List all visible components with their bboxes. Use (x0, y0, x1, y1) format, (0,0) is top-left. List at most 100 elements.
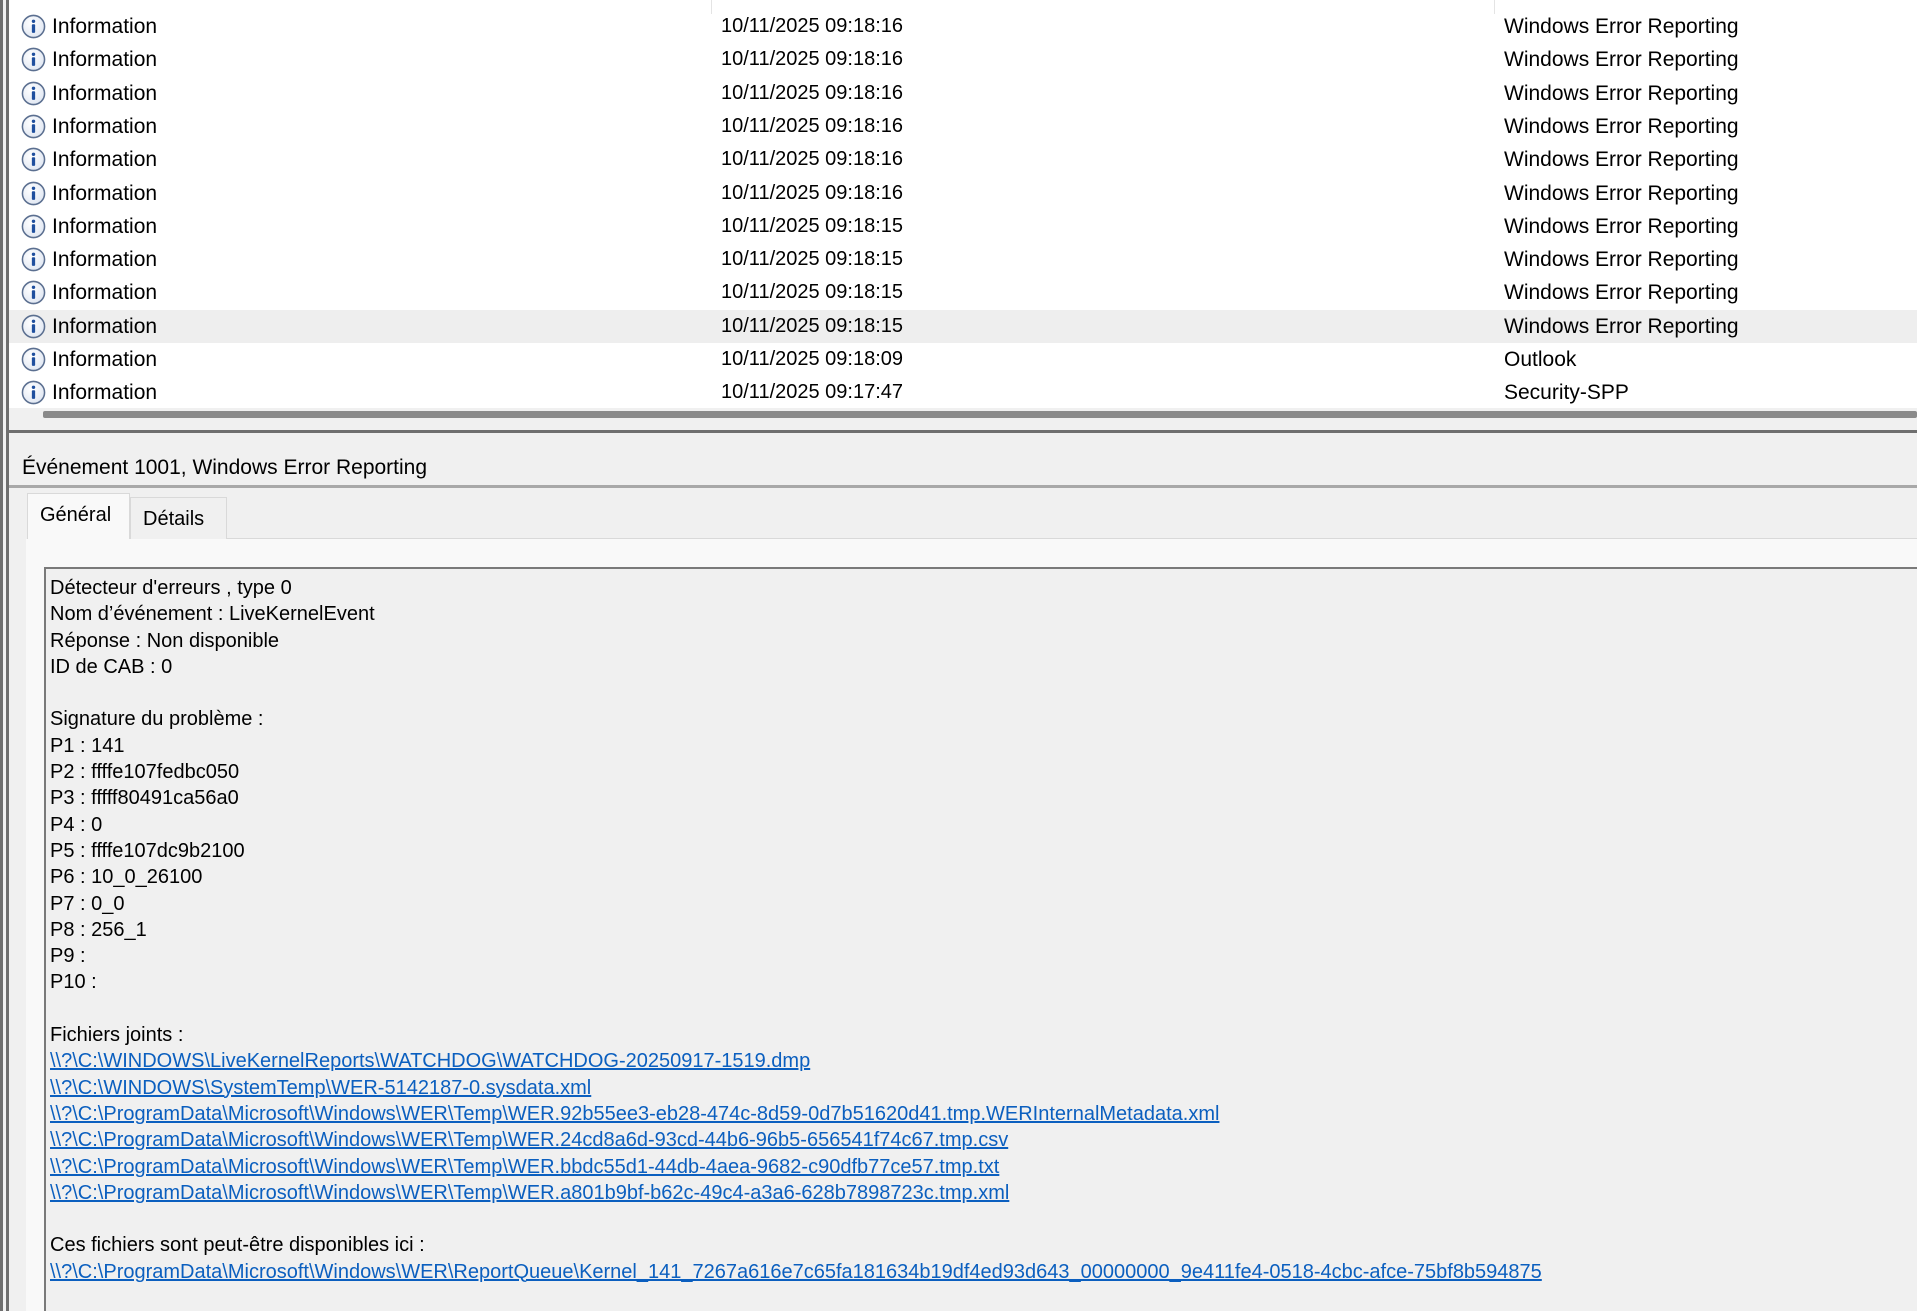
description-line: \\?\C:\ProgramData\Microsoft\Windows\WER… (50, 1259, 1542, 1285)
attachment-link[interactable]: \\?\C:\WINDOWS\SystemTemp\WER-5142187-0.… (50, 1077, 591, 1099)
event-source: Windows Error Reporting (1504, 15, 1739, 38)
event-source: Windows Error Reporting (1504, 314, 1739, 338)
scrollbar-thumb[interactable] (43, 411, 1917, 418)
description-line: P2 : ffffe107fedbc050 (50, 761, 240, 784)
event-row[interactable]: Information 10/11/2025 09:18:16 Windows Er… (9, 77, 1917, 110)
event-list: Information 10/11/2025 09:18:16 Windows Er… (9, 0, 1917, 408)
info-icon (21, 114, 46, 139)
event-level: Information (52, 148, 158, 172)
info-icon (21, 147, 46, 172)
description-line: Détecteur d'erreurs , type 0 (50, 577, 292, 599)
attachment-link[interactable]: \\?\C:\ProgramData\Microsoft\Windows\WER… (50, 1182, 1009, 1204)
description-line: P8 : 256_1 (50, 918, 147, 941)
tab-details[interactable]: Détails (130, 497, 227, 539)
event-level: Information (52, 181, 158, 205)
info-icon (21, 14, 46, 39)
info-icon (21, 314, 46, 339)
event-date: 10/11/2025 09:18:16 (721, 148, 904, 171)
info-icon (21, 347, 46, 372)
event-level: Information (52, 248, 158, 272)
event-row[interactable]: Information 10/11/2025 09:18:15 Windows Er… (9, 243, 1917, 276)
event-row[interactable]: Information 10/11/2025 09:18:15 Windows Er… (9, 210, 1917, 243)
event-level: Information (52, 381, 158, 405)
event-row[interactable]: Information 10/11/2025 09:18:15 Windows Er… (9, 309, 1917, 343)
event-level: Information (52, 81, 158, 105)
event-row[interactable]: Information 10/11/2025 09:18:16 Windows Er… (9, 43, 1917, 76)
splitter-line (9, 430, 1917, 433)
event-date: 10/11/2025 09:18:15 (721, 314, 904, 337)
description-line: P5 : ffffe107dc9b2100 (50, 839, 245, 862)
event-source: Windows Error Reporting (1504, 248, 1739, 272)
description-line (50, 680, 1542, 706)
event-source: Windows Error Reporting (1504, 214, 1739, 238)
description-line: \\?\C:\ProgramData\Microsoft\Windows\WER… (50, 1101, 1542, 1127)
description-line: Fichiers joints : (50, 1024, 184, 1047)
event-description-box[interactable]: Détecteur d'erreurs , type 0 Nom d’événem… (44, 567, 1917, 1311)
event-source: Security-SPP (1504, 381, 1629, 405)
description-line: P3 : fffff80491ca56a0 (50, 787, 239, 810)
event-title: Événement 1001, Windows Error Reporting (22, 456, 428, 479)
description-line: \\?\C:\ProgramData\Microsoft\Windows\WER… (50, 1154, 1542, 1180)
description-line: P7 : 0_0 (50, 892, 125, 915)
description-line: Nom d’événement : LiveKernelEvent (50, 603, 375, 626)
event-level: Information (52, 314, 158, 338)
description-line: Réponse : Non disponible (50, 629, 280, 652)
event-level: Information (52, 114, 158, 138)
event-row[interactable]: Information 10/11/2025 09:18:16 Windows Er… (9, 10, 1917, 43)
event-row[interactable]: Information 10/11/2025 09:18:09 Outlook (9, 343, 1917, 376)
description-line: P1 : 141 (50, 734, 125, 757)
event-date: 10/11/2025 09:18:16 (721, 81, 904, 104)
info-icon (21, 81, 46, 106)
info-icon (21, 380, 46, 405)
event-source: Windows Error Reporting (1504, 181, 1739, 205)
event-date: 10/11/2025 09:18:16 (721, 48, 904, 71)
event-date: 10/11/2025 09:18:16 (721, 181, 904, 204)
description-line: ID de CAB : 0 (50, 655, 173, 678)
description-line: P4 : 0 (50, 813, 103, 836)
description-line: Ces fichiers sont peut-être disponibles … (50, 1234, 425, 1257)
event-date: 10/11/2025 09:18:09 (721, 348, 904, 370)
description-line: P9 : (50, 945, 86, 968)
event-detail-panel: Événement 1001, Windows Error Reporting … (9, 447, 1917, 1311)
description-line: \\?\C:\ProgramData\Microsoft\Windows\WER… (50, 1180, 1542, 1206)
info-icon (21, 214, 46, 239)
event-date: 10/11/2025 09:18:15 (721, 248, 904, 271)
event-date: 10/11/2025 09:18:15 (721, 214, 904, 237)
event-level: Information (52, 348, 158, 371)
event-date: 10/11/2025 09:17:47 (721, 381, 904, 404)
event-row[interactable]: Information 10/11/2025 09:18:16 Windows Er… (9, 143, 1917, 176)
info-icon (21, 247, 46, 272)
event-source: Windows Error Reporting (1504, 114, 1739, 138)
event-row[interactable]: Information 10/11/2025 09:18:15 Windows Er… (9, 276, 1917, 309)
event-source: Windows Error Reporting (1504, 281, 1739, 305)
attachment-link[interactable]: \\?\C:\ProgramData\Microsoft\Windows\WER… (50, 1156, 999, 1178)
event-date: 10/11/2025 09:18:16 (721, 114, 904, 137)
event-level: Information (52, 281, 158, 305)
attachment-link[interactable]: \\?\C:\WINDOWS\LiveKernelReports\WATCHDO… (50, 1050, 810, 1072)
description-line: \\?\C:\ProgramData\Microsoft\Windows\WER… (50, 1127, 1542, 1153)
info-icon (21, 181, 46, 206)
description-line (50, 996, 1542, 1022)
event-row[interactable]: Information 10/11/2025 09:18:16 Windows Er… (9, 177, 1917, 210)
tab-general[interactable]: Général (27, 493, 130, 539)
event-date: 10/11/2025 09:18:16 (721, 15, 904, 37)
event-level: Information (52, 214, 158, 238)
attachment-link[interactable]: \\?\C:\ProgramData\Microsoft\Windows\WER… (50, 1103, 1219, 1125)
info-icon (21, 47, 46, 72)
event-viewer-window: Information 10/11/2025 09:18:16 Windows Er… (0, 0, 1917, 1311)
event-source: Windows Error Reporting (1504, 81, 1739, 105)
event-date: 10/11/2025 09:18:15 (721, 281, 904, 304)
attachment-link[interactable]: \\?\C:\ProgramData\Microsoft\Windows\WER… (50, 1129, 1008, 1151)
description-line: P10 : (50, 971, 97, 994)
event-row[interactable]: Information 10/11/2025 09:18:16 Windows Er… (9, 110, 1917, 143)
description-line: \\?\C:\WINDOWS\SystemTemp\WER-5142187-0.… (50, 1075, 1542, 1101)
title-divider (9, 485, 1917, 488)
event-level: Information (52, 15, 158, 38)
description-line (50, 1206, 1542, 1232)
event-description: Détecteur d'erreurs , type 0 Nom d’événem… (50, 575, 1542, 1285)
event-row[interactable]: Information 10/11/2025 09:17:47 Security-S… (9, 376, 1917, 409)
attachment-link[interactable]: \\?\C:\ProgramData\Microsoft\Windows\WER… (50, 1261, 1542, 1283)
description-line: P6 : 10_0_26100 (50, 866, 203, 889)
event-level: Information (52, 48, 158, 72)
horizontal-scrollbar[interactable] (9, 408, 1917, 422)
